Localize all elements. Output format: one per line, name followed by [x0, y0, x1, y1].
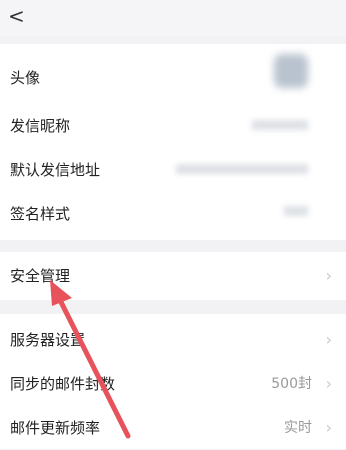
annotation-arrow [50, 280, 131, 439]
